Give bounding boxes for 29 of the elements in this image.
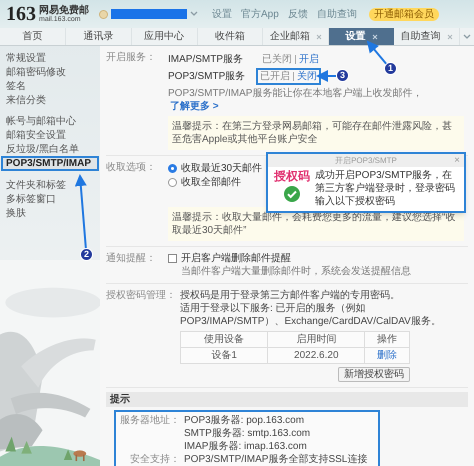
service-name: IMAP/SMTP服务 [168, 53, 244, 66]
brand-name: 网易免费邮 [39, 4, 89, 16]
column-header: 使用设备 [180, 332, 268, 348]
field-label: 通知提醒： [106, 252, 157, 266]
service-name: POP3/SMTP服务 [168, 70, 246, 83]
field-label: 收取选项： [106, 161, 157, 175]
column-header: 启用时间 [268, 332, 365, 348]
table-cell: 设备1 [180, 348, 268, 364]
field-label: 安全支持： [130, 454, 180, 465]
server-value: POP3/SMTP/IMAP服务全部支持SSL连接 [184, 453, 368, 466]
server-value: SMTP服务器: smtp.163.com [184, 427, 310, 440]
status-text: 已开启 [260, 70, 290, 83]
description-text: POP3/SMTP/IMAP服务能让你在本地客户端上收发邮件， [168, 88, 422, 99]
tip-box: 温馨提示：在第三方登录网易邮箱，可能存在邮件泄露风险，甚至危害Apple或其他平台账户安全 [168, 116, 464, 150]
table-cell: 2022.6.20 [268, 348, 365, 364]
dialog-title: 开启POP3/SMTP [335, 155, 397, 167]
server-value: IMAP服务器: imap.163.com [184, 440, 307, 453]
annotation-label: 授权码 [274, 169, 310, 184]
dialog-message: 成功开启POP3/SMTP服务，在第三方客户端登录时，登录密码输入以下授权密码 [315, 169, 456, 208]
field-label: 服务器地址： [120, 415, 180, 426]
section-header: 提示 [106, 392, 468, 407]
server-value: POP3服务器: pop.163.com [184, 414, 304, 427]
note-text: 当邮件客户端大量删除邮件时，系统会发送提醒信息 [180, 265, 411, 278]
status-text: 已关闭 [262, 53, 292, 66]
column-header: 操作 [364, 332, 410, 348]
field-label: 开启服务： [106, 51, 157, 65]
field-label: 授权密码管理： [106, 290, 176, 301]
info-text: 授权码是用于登录第三方邮件客户端的专用密码。 [180, 289, 401, 302]
info-text: 适用于登录以下服务: 已开启的服务（例如POP3/IMAP/SMTP）、Exchange/CardDAV/CalDAV服务。 [180, 302, 442, 328]
